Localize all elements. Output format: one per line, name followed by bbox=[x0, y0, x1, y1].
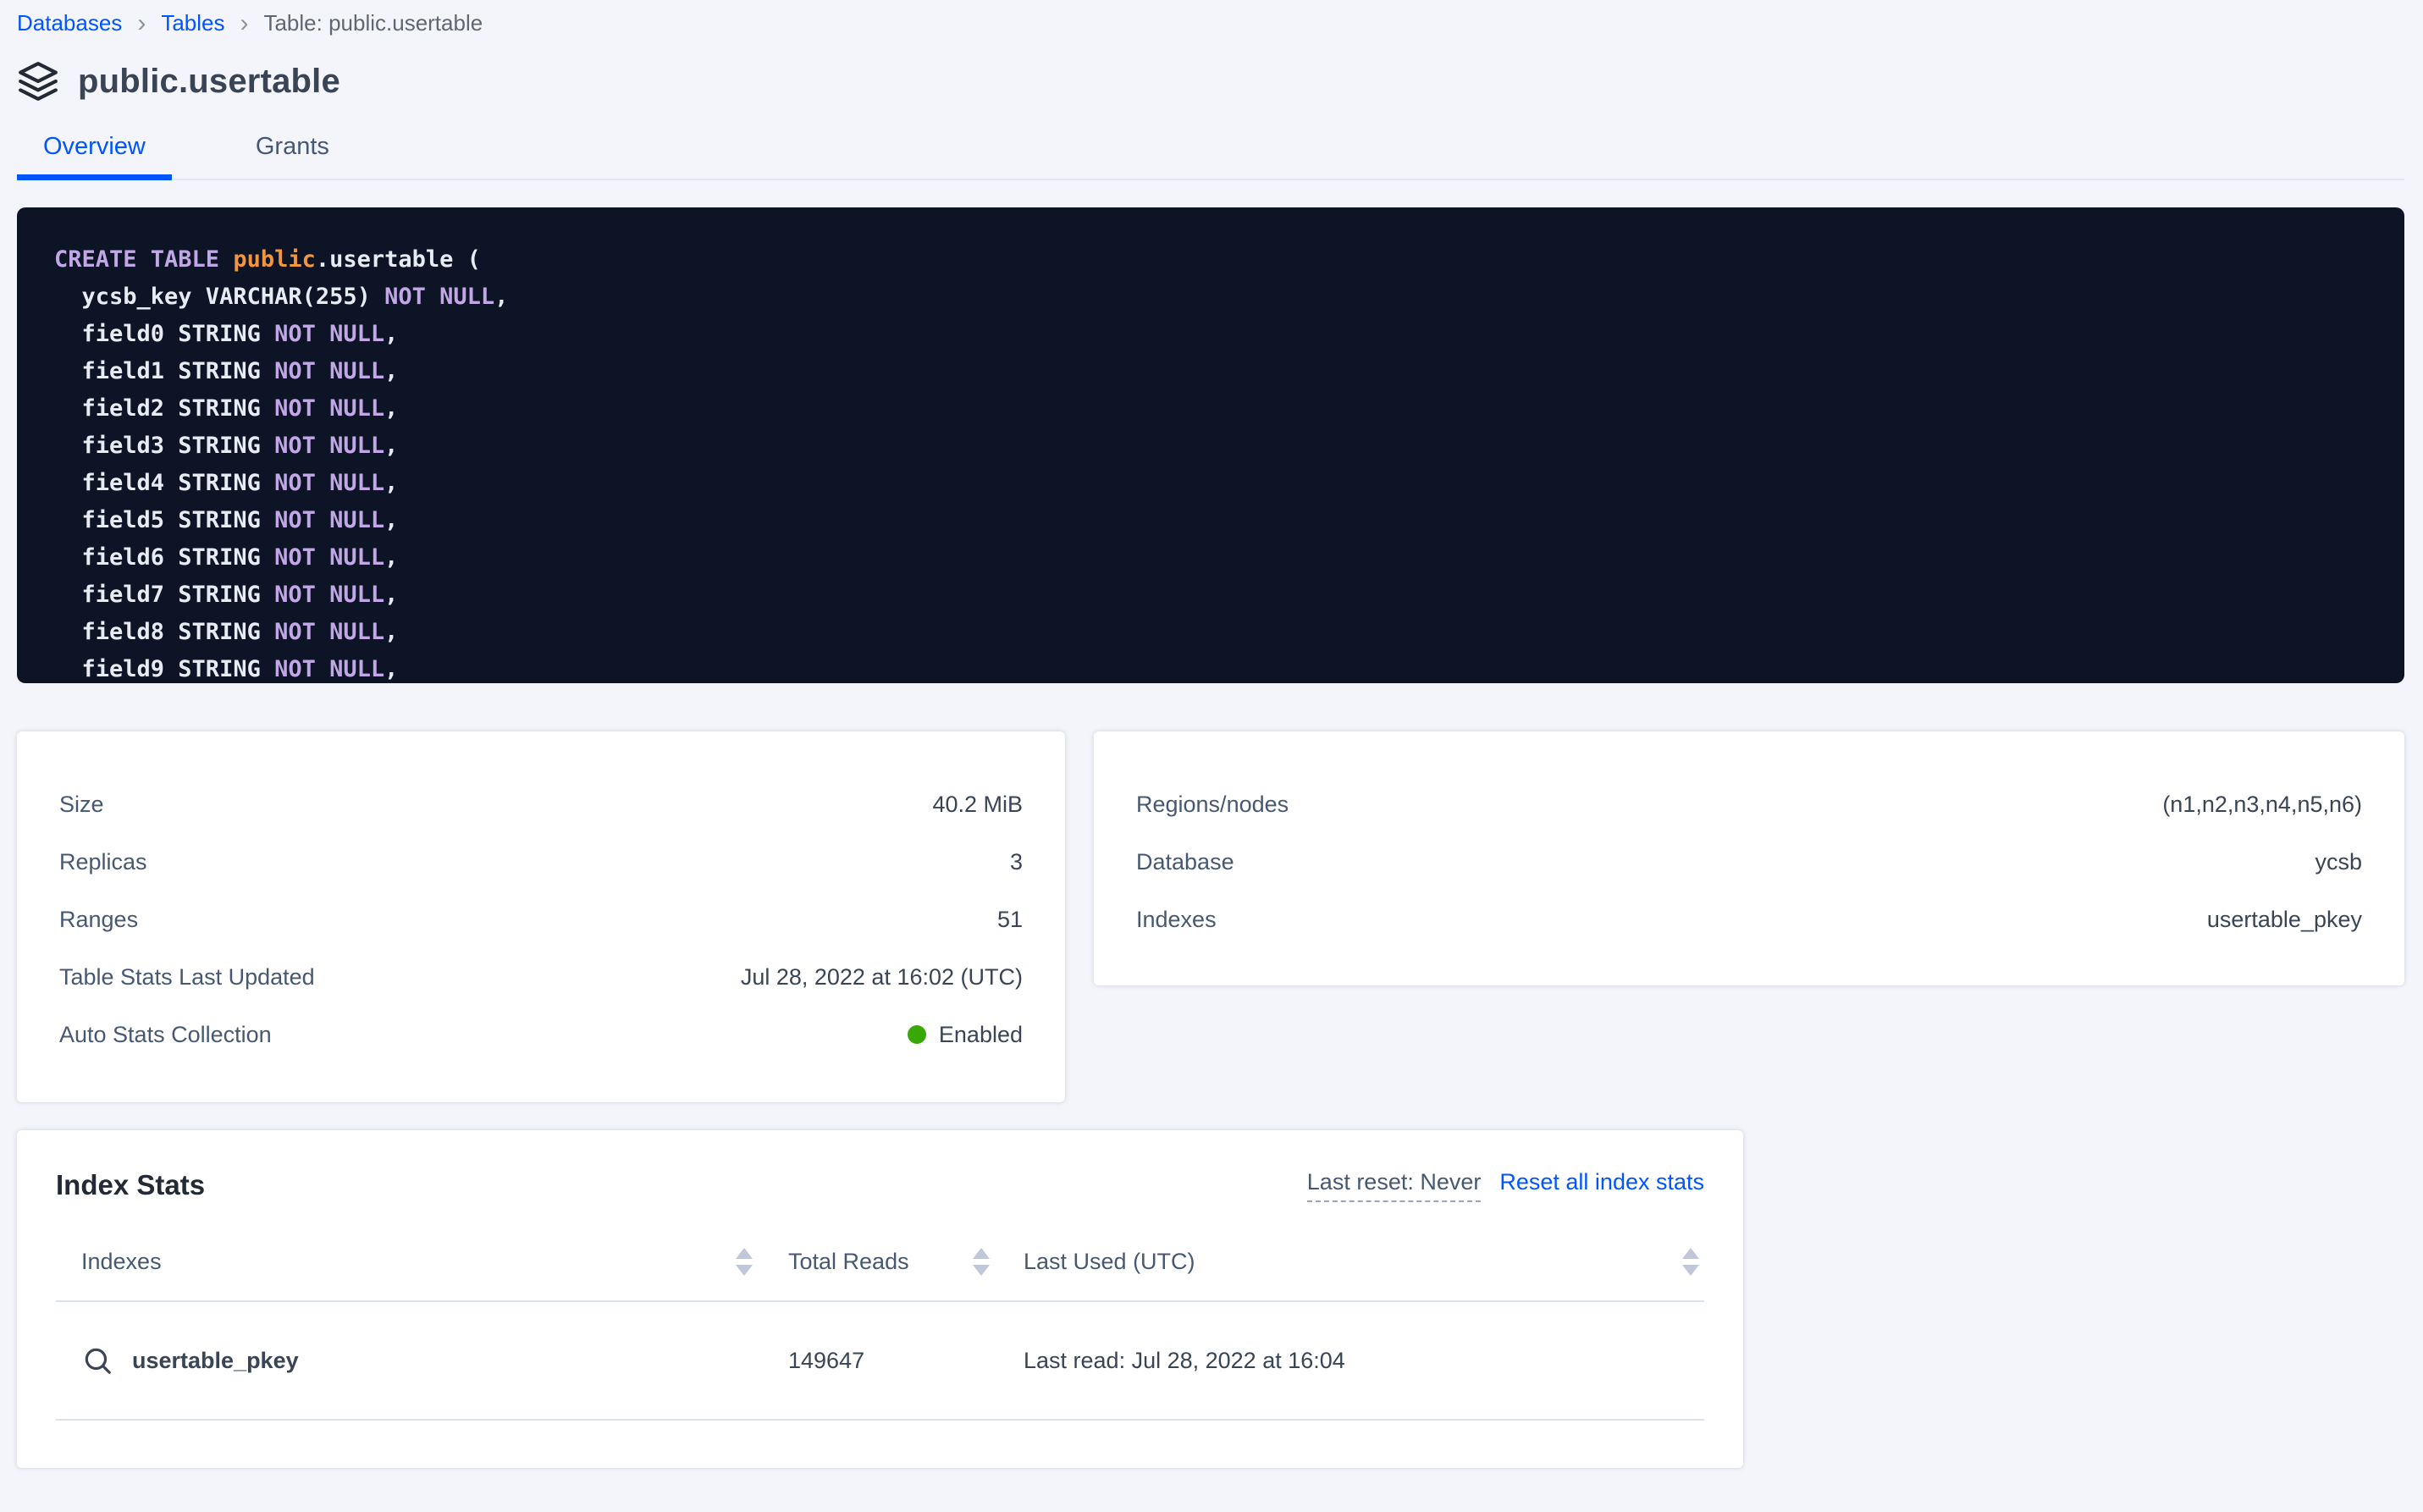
detail-label: Ranges bbox=[59, 907, 138, 933]
detail-value: usertable_pkey bbox=[2207, 907, 2362, 933]
index-stats-actions: Last reset: Never Reset all index stats bbox=[1307, 1169, 1704, 1202]
detail-row-size: Size 40.2 MiB bbox=[59, 775, 1023, 833]
column-label: Indexes bbox=[81, 1249, 162, 1275]
detail-label: Replicas bbox=[59, 849, 147, 875]
detail-label: Table Stats Last Updated bbox=[59, 964, 315, 991]
index-stats-title: Index Stats bbox=[56, 1169, 205, 1201]
total-reads-value: 149647 bbox=[788, 1348, 864, 1374]
cell-index-name: usertable_pkey bbox=[56, 1344, 788, 1377]
detail-value: 3 bbox=[1010, 849, 1023, 875]
detail-row-stats-updated: Table Stats Last Updated Jul 28, 2022 at… bbox=[59, 948, 1023, 1006]
breadcrumb-link-databases[interactable]: Databases bbox=[17, 10, 122, 36]
index-stats-header: Index Stats Last reset: Never Reset all … bbox=[56, 1130, 1704, 1202]
index-name-cell[interactable]: usertable_pkey bbox=[81, 1344, 299, 1377]
detail-value: (n1,n2,n3,n4,n5,n6) bbox=[2162, 792, 2362, 818]
detail-value: Jul 28, 2022 at 16:02 (UTC) bbox=[741, 964, 1023, 991]
sql-code: CREATE TABLE public.usertable ( ycsb_key… bbox=[54, 241, 2367, 683]
chevron-right-icon: › bbox=[240, 13, 248, 35]
last-used-value: Last read: Jul 28, 2022 at 16:04 bbox=[1024, 1348, 1345, 1374]
index-table-header: Indexes Total Reads Last Used (UTC) bbox=[56, 1222, 1704, 1302]
search-icon bbox=[81, 1344, 113, 1377]
table-layers-icon bbox=[17, 60, 59, 102]
column-header-indexes[interactable]: Indexes bbox=[56, 1248, 788, 1276]
database-details-card: Regions/nodes (n1,n2,n3,n4,n5,n6) Databa… bbox=[1094, 731, 2404, 985]
detail-value: Enabled bbox=[908, 1022, 1023, 1048]
status-text: Enabled bbox=[939, 1022, 1023, 1048]
detail-value: 51 bbox=[997, 907, 1023, 933]
detail-row-replicas: Replicas 3 bbox=[59, 833, 1023, 891]
detail-cards-row: Size 40.2 MiB Replicas 3 Ranges 51 Table… bbox=[17, 731, 2406, 1102]
reset-index-stats-link[interactable]: Reset all index stats bbox=[1499, 1169, 1704, 1195]
create-table-statement: CREATE TABLE public.usertable ( ycsb_key… bbox=[17, 207, 2404, 683]
detail-row-database: Database ycsb bbox=[1136, 833, 2362, 891]
index-name-link[interactable]: usertable_pkey bbox=[132, 1348, 299, 1374]
tab-overview[interactable]: Overview bbox=[17, 133, 172, 180]
breadcrumb-current: Table: public.usertable bbox=[263, 10, 483, 36]
index-table-row: usertable_pkey 149647 Last read: Jul 28,… bbox=[56, 1302, 1704, 1421]
detail-row-auto-stats: Auto Stats Collection Enabled bbox=[59, 1006, 1023, 1063]
detail-label: Regions/nodes bbox=[1136, 792, 1289, 818]
tab-bar: Overview Grants bbox=[17, 133, 2404, 180]
sort-icon[interactable] bbox=[973, 1248, 990, 1276]
detail-row-indexes: Indexes usertable_pkey bbox=[1136, 891, 2362, 948]
breadcrumb: Databases › Tables › Table: public.usert… bbox=[17, 10, 2406, 36]
detail-row-regions: Regions/nodes (n1,n2,n3,n4,n5,n6) bbox=[1136, 775, 2362, 833]
detail-value: ycsb bbox=[2315, 849, 2362, 875]
last-reset-label: Last reset: Never bbox=[1307, 1169, 1482, 1202]
detail-row-ranges: Ranges 51 bbox=[59, 891, 1023, 948]
table-details-card: Size 40.2 MiB Replicas 3 Ranges 51 Table… bbox=[17, 731, 1065, 1102]
column-header-total-reads[interactable]: Total Reads bbox=[788, 1248, 1024, 1276]
status-dot-enabled bbox=[908, 1025, 926, 1044]
page-content: Databases › Tables › Table: public.usert… bbox=[17, 0, 2406, 1468]
page-title-row: public.usertable bbox=[17, 60, 2406, 102]
column-label: Last Used (UTC) bbox=[1024, 1249, 1195, 1275]
breadcrumb-link-tables[interactable]: Tables bbox=[161, 10, 224, 36]
index-stats-card: Index Stats Last reset: Never Reset all … bbox=[17, 1130, 1743, 1468]
sort-icon[interactable] bbox=[736, 1248, 753, 1276]
chevron-right-icon: › bbox=[137, 13, 146, 35]
column-header-last-used[interactable]: Last Used (UTC) bbox=[1024, 1248, 1704, 1276]
detail-label: Database bbox=[1136, 849, 1234, 875]
page-title: public.usertable bbox=[78, 63, 340, 101]
detail-label: Auto Stats Collection bbox=[59, 1022, 272, 1048]
column-label: Total Reads bbox=[788, 1249, 909, 1275]
detail-value: 40.2 MiB bbox=[932, 792, 1023, 818]
tab-grants[interactable]: Grants bbox=[229, 133, 356, 179]
detail-label: Size bbox=[59, 792, 104, 818]
detail-label: Indexes bbox=[1136, 907, 1217, 933]
cell-last-used: Last read: Jul 28, 2022 at 16:04 bbox=[1024, 1348, 1704, 1374]
sort-icon[interactable] bbox=[1682, 1248, 1699, 1276]
cell-total-reads: 149647 bbox=[788, 1348, 1024, 1374]
